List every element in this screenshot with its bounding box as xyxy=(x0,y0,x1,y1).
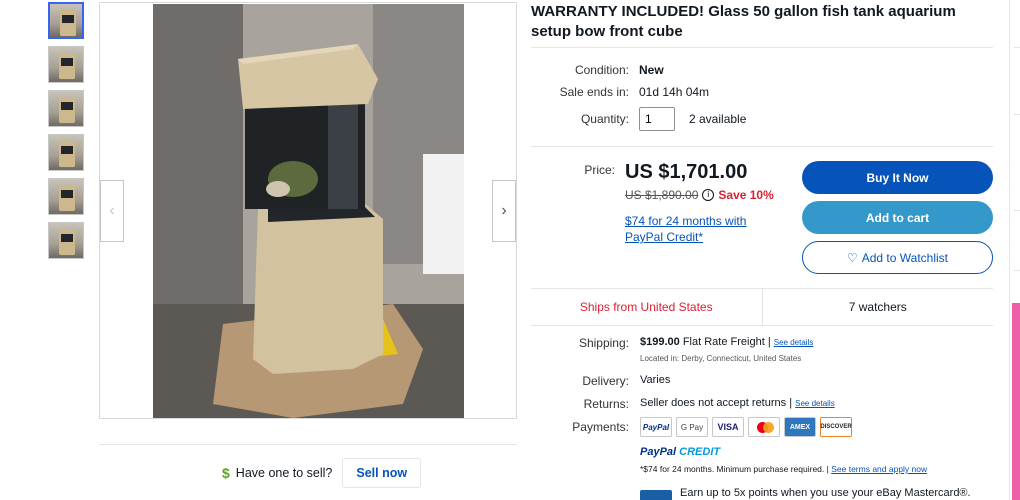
sell-question: Have one to sell? xyxy=(235,466,333,480)
mastercard-promo: Earn up to 5x points when you use your e… xyxy=(640,487,971,500)
save-percent: Save 10% xyxy=(718,188,774,202)
credit-card-icon xyxy=(640,490,672,500)
paypal-credit-terms-text: *$74 for 24 months. Minimum purchase req… xyxy=(640,464,825,474)
returns-label: Returns: xyxy=(583,397,629,411)
paypal-credit-brand-a: PayPal xyxy=(640,446,677,458)
sale-ends-row: Sale ends in: 01d 14h 04m xyxy=(556,85,709,99)
item-title: WARRANTY INCLUDED! Glass 50 gallon fish … xyxy=(531,3,956,40)
shipping-value: $199.00 Flat Rate Freight | See details xyxy=(640,336,814,348)
divider xyxy=(1014,270,1020,271)
payments-label: Payments: xyxy=(572,420,629,434)
returns-see-details-link[interactable]: See details xyxy=(795,399,835,408)
current-price: US $1,701.00 xyxy=(625,161,748,183)
divider xyxy=(1014,210,1020,211)
visa-icon: VISA xyxy=(712,417,744,437)
google-pay-icon: G Pay xyxy=(676,417,708,437)
thumbnail-5[interactable] xyxy=(48,178,84,215)
original-price-row: US $1,890.00 i Save 10% xyxy=(625,188,774,202)
thumbnail-1[interactable] xyxy=(48,2,84,39)
shipping-see-details-link[interactable]: See details xyxy=(774,338,814,347)
divider xyxy=(531,146,993,147)
chevron-right-icon: › xyxy=(501,202,507,219)
thumbnail-2[interactable] xyxy=(48,46,84,83)
paypal-icon: PayPal xyxy=(640,417,672,437)
mastercard-icon xyxy=(748,417,780,437)
delivery-value: Varies xyxy=(640,374,671,386)
ships-watchers-bar: Ships from United States 7 watchers xyxy=(531,288,993,326)
main-image-viewer: ‹ › xyxy=(99,2,517,419)
thumbnail-6[interactable] xyxy=(48,222,84,259)
quantity-input[interactable] xyxy=(639,107,675,131)
returns-value: Seller does not accept returns xyxy=(640,397,787,409)
item-location: Located in: Derby, Connecticut, United S… xyxy=(640,354,802,363)
condition-value: New xyxy=(639,63,664,77)
previous-image-button[interactable]: ‹ xyxy=(100,180,124,242)
price-label: Price: xyxy=(584,163,615,177)
buy-it-now-button[interactable]: Buy It Now xyxy=(802,161,993,194)
dollar-icon: $ xyxy=(222,465,230,481)
divider xyxy=(1014,47,1020,48)
mastercard-promo-text: Earn up to 5x points when you use your e… xyxy=(680,487,971,499)
add-to-cart-button[interactable]: Add to cart xyxy=(802,201,993,234)
quantity-label: Quantity: xyxy=(580,112,629,126)
shipping-label: Shipping: xyxy=(578,336,629,350)
divider xyxy=(99,444,517,445)
paypal-credit-link[interactable]: $74 for 24 months with PayPal Credit* xyxy=(625,213,785,245)
delivery-label: Delivery: xyxy=(582,374,629,388)
info-icon[interactable]: i xyxy=(702,189,715,201)
shipping-method: Flat Rate Freight xyxy=(682,336,765,348)
condition-label: Condition: xyxy=(574,63,629,77)
feedback-tab[interactable] xyxy=(1012,303,1020,500)
divider xyxy=(1014,114,1020,115)
paypal-credit-brand-b: CREDIT xyxy=(679,446,721,458)
sale-ends-value: 01d 14h 04m xyxy=(639,85,710,99)
paypal-credit-terms: *$74 for 24 months. Minimum purchase req… xyxy=(640,464,928,474)
paypal-credit-logo: PayPal CREDIT xyxy=(640,446,720,458)
sell-now-button[interactable]: Sell now xyxy=(342,458,422,488)
quantity-row: Quantity: 2 available xyxy=(560,107,746,131)
ships-from: Ships from United States xyxy=(579,300,713,314)
watchers-count: 7 watchers xyxy=(761,289,994,325)
quantity-available: 2 available xyxy=(689,112,747,126)
add-to-watchlist-button[interactable]: ♡ Add to Watchlist xyxy=(802,241,993,274)
shipping-cost: $199.00 xyxy=(640,336,680,348)
watchlist-label: Add to Watchlist xyxy=(861,250,949,265)
heart-icon: ♡ xyxy=(846,250,858,265)
original-price: US $1,890.00 xyxy=(625,188,699,202)
product-photo[interactable] xyxy=(153,4,464,418)
sell-prompt: $ Have one to sell? Sell now xyxy=(222,458,422,488)
discover-icon: DISCOVER xyxy=(820,417,852,437)
payment-methods: PayPal G Pay VISA AMEX DISCOVER xyxy=(640,417,852,437)
page-edge-divider xyxy=(1009,0,1010,500)
amex-icon: AMEX xyxy=(784,417,816,437)
terms-apply-link[interactable]: See terms and apply now xyxy=(831,464,927,474)
returns-value-row: Seller does not accept returns | See det… xyxy=(640,397,835,409)
next-image-button[interactable]: › xyxy=(492,180,516,242)
sale-ends-label: Sale ends in: xyxy=(559,85,629,99)
thumbnail-4[interactable] xyxy=(48,134,84,171)
thumbnail-strip xyxy=(48,2,84,266)
chevron-left-icon: ‹ xyxy=(109,202,115,219)
divider xyxy=(531,47,993,48)
condition-row: Condition: New xyxy=(560,63,664,77)
thumbnail-3[interactable] xyxy=(48,90,84,127)
